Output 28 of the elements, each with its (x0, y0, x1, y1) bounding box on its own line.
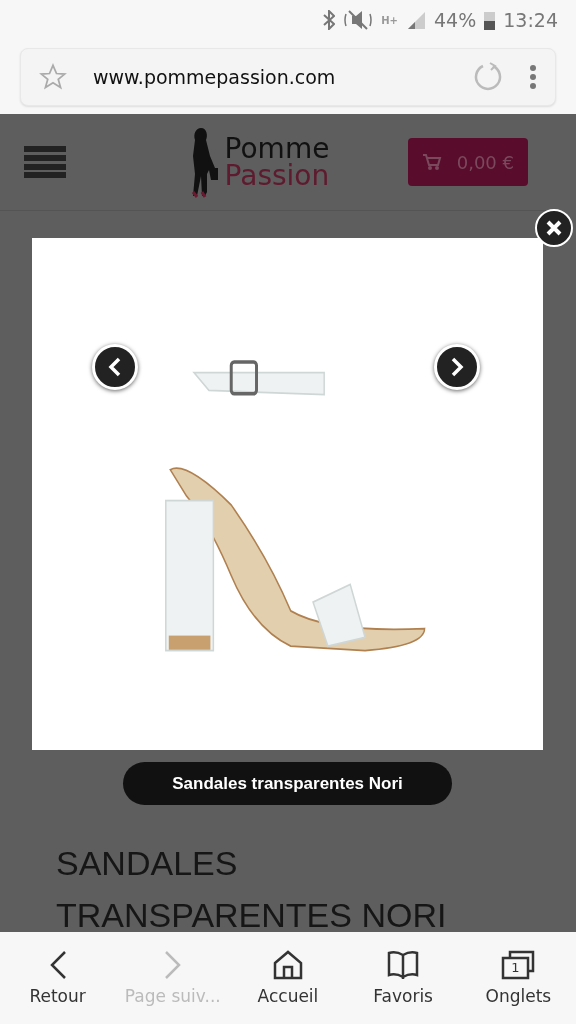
menu-icon[interactable] (24, 146, 66, 178)
star-icon[interactable] (39, 63, 67, 91)
mute-icon (343, 10, 374, 30)
cart-icon (422, 153, 442, 171)
bluetooth-icon (323, 10, 336, 30)
book-icon (387, 950, 420, 980)
chevron-right-icon (449, 357, 465, 377)
logo-text: Passion (224, 162, 330, 189)
address-bar[interactable]: www.pommepassion.com (20, 48, 556, 106)
close-button[interactable] (535, 209, 573, 247)
battery-percent: 44% (434, 9, 477, 31)
network-type: H+ (381, 14, 398, 26)
url-text: www.pommepassion.com (93, 66, 337, 88)
clock: 13:24 (503, 9, 558, 31)
signal-icon (406, 10, 426, 30)
chevron-left-icon (107, 357, 123, 377)
toolbar-item[interactable]: Accueil (232, 949, 343, 1007)
image-caption: Sandales transparentes Nori (123, 762, 452, 805)
product-title: SANDALES TRANSPARENTES NORI (56, 843, 448, 932)
logo-text: Pomme (224, 135, 330, 162)
toolbar-item[interactable]: 1 Onglets (463, 949, 574, 1007)
more-icon[interactable] (529, 64, 537, 90)
home-icon (272, 950, 303, 980)
forward-icon (162, 950, 183, 980)
battery-icon (484, 10, 496, 30)
toolbar-item[interactable]: Retour (2, 949, 113, 1007)
toolbar-item[interactable]: Favoris (348, 949, 459, 1007)
close-icon (545, 219, 563, 237)
